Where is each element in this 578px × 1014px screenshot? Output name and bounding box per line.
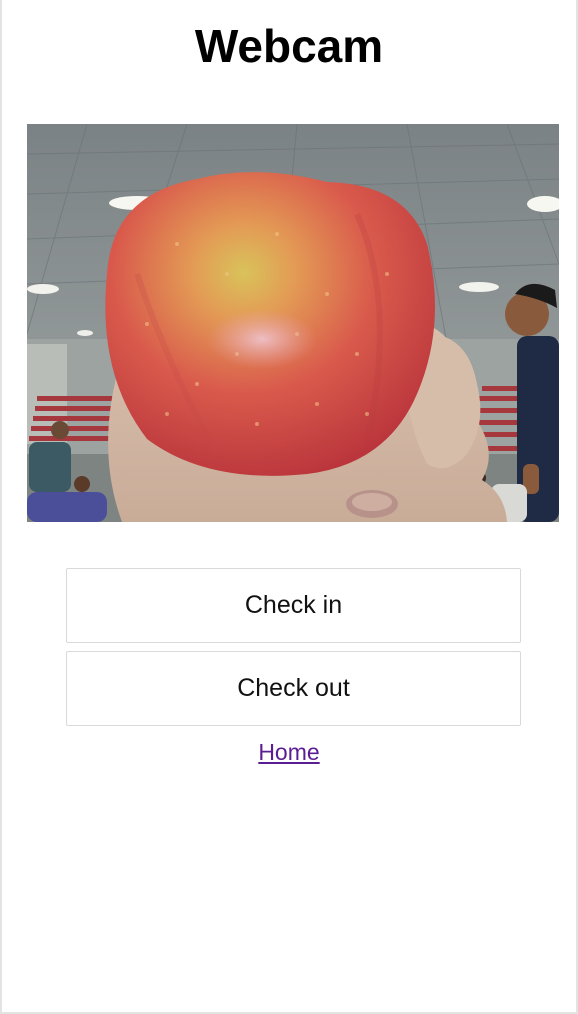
page-title: Webcam bbox=[194, 20, 384, 72]
webcam-page: Webcam Check in Check out Home bbox=[0, 0, 578, 1014]
webcam-snapshot-image bbox=[27, 124, 559, 522]
check-in-button[interactable]: Check in bbox=[66, 568, 521, 643]
check-out-button[interactable]: Check out bbox=[66, 651, 521, 726]
home-link-container: Home bbox=[2, 737, 576, 767]
home-link[interactable]: Home bbox=[258, 739, 319, 765]
webcam-feed bbox=[27, 124, 559, 522]
